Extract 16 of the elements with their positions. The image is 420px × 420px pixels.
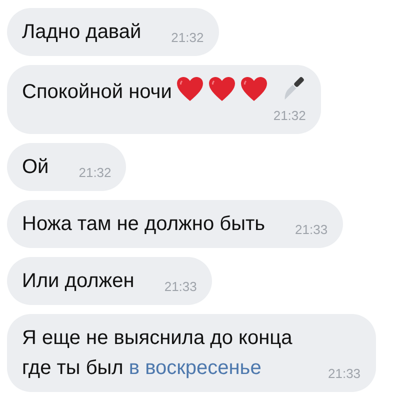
message-time: 21:33	[164, 278, 197, 296]
message-time: 21:33	[295, 221, 328, 239]
heart-icon	[240, 76, 268, 102]
heart-icon	[176, 76, 204, 102]
message-time: 21:32	[171, 29, 204, 47]
message-time: 21:32	[272, 107, 306, 125]
message-text: Спокойной ночи	[22, 81, 172, 103]
message-time: 21:33	[328, 365, 361, 383]
message-text: Я еще не выяснила до конца где ты был в воскресенье	[22, 326, 294, 381]
message-text: Ладно давай	[22, 20, 142, 45]
message-text: Ножа там не должно быть	[22, 212, 266, 237]
message-text: Или должен	[22, 269, 136, 294]
message-time: 21:32	[78, 164, 112, 182]
message-text: Ой	[22, 155, 50, 180]
heart-icon	[208, 76, 236, 102]
message-link[interactable]: в воскресенье	[128, 357, 262, 379]
